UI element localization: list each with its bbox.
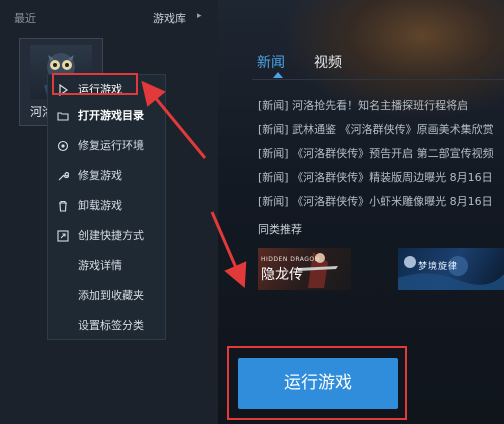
annotation-arrow bbox=[141, 80, 207, 159]
annotation-arrow bbox=[210, 211, 247, 289]
annotation-arrows bbox=[141, 80, 247, 289]
